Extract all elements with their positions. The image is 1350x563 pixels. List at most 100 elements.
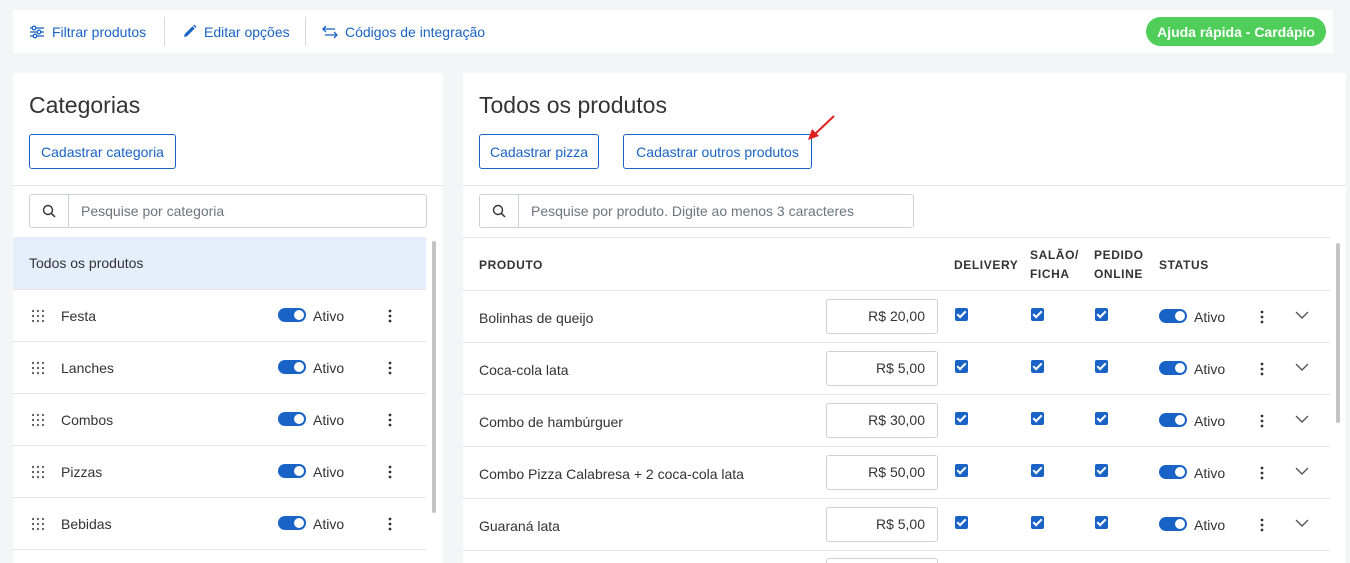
add-other-products-button[interactable]: Cadastrar outros produtos xyxy=(623,134,812,169)
column-header-online-line2: ONLINE xyxy=(1094,267,1143,281)
add-category-button[interactable]: Cadastrar categoria xyxy=(29,134,176,169)
salao-checkbox[interactable] xyxy=(1031,360,1044,373)
category-status-label: Ativo xyxy=(313,464,345,480)
price-input[interactable]: R$ 50,00 xyxy=(826,455,938,490)
drag-handle-icon[interactable] xyxy=(31,413,45,427)
quick-help-button[interactable]: Ajuda rápida - Cardápio xyxy=(1146,17,1326,46)
product-search-input[interactable] xyxy=(519,195,913,227)
search-icon xyxy=(480,195,519,227)
online-checkbox[interactable] xyxy=(1095,360,1108,373)
online-checkbox[interactable] xyxy=(1095,308,1108,321)
more-options-icon[interactable] xyxy=(383,308,397,324)
product-status-label: Ativo xyxy=(1194,517,1226,533)
product-status-toggle[interactable] xyxy=(1159,517,1187,531)
filter-products-label: Filtrar produtos xyxy=(52,23,147,40)
more-options-icon[interactable] xyxy=(383,516,397,532)
salao-checkbox[interactable] xyxy=(1031,516,1044,529)
salao-checkbox[interactable] xyxy=(1031,464,1044,477)
category-row[interactable]: Pizzas Ativo xyxy=(13,445,426,497)
category-list-scrollbar[interactable] xyxy=(432,241,436,513)
category-all-products[interactable]: Todos os produtos xyxy=(13,237,426,289)
delivery-checkbox[interactable] xyxy=(955,360,968,373)
category-status-toggle[interactable] xyxy=(278,516,306,530)
table-row: Combo Pizza Calabresa + 2 coca-cola lata… xyxy=(463,446,1330,498)
category-name: Lanches xyxy=(61,360,114,376)
product-name: Combo Pizza Calabresa + 2 coca-cola lata xyxy=(479,466,744,482)
add-pizza-button[interactable]: Cadastrar pizza xyxy=(479,134,599,169)
product-name: Coca-cola lata xyxy=(479,362,569,378)
online-checkbox[interactable] xyxy=(1095,516,1108,529)
divider xyxy=(463,550,1330,551)
more-options-icon[interactable] xyxy=(383,360,397,376)
delivery-checkbox[interactable] xyxy=(955,464,968,477)
salao-checkbox[interactable] xyxy=(1031,412,1044,425)
edit-options-button[interactable]: Editar opções xyxy=(182,10,290,53)
drag-handle-icon[interactable] xyxy=(31,309,45,323)
column-header-status: STATUS xyxy=(1159,258,1209,272)
divider xyxy=(463,237,1330,238)
swap-arrows-icon xyxy=(322,25,338,38)
category-status-toggle[interactable] xyxy=(278,360,306,374)
category-search-input[interactable] xyxy=(69,195,426,227)
more-options-icon[interactable] xyxy=(1255,413,1269,429)
online-checkbox[interactable] xyxy=(1095,464,1108,477)
product-status-toggle[interactable] xyxy=(1159,413,1187,427)
chevron-down-icon[interactable] xyxy=(1295,362,1309,372)
price-input[interactable]: R$ 5,00 xyxy=(826,507,938,542)
search-icon xyxy=(30,195,69,227)
divider xyxy=(13,549,426,550)
product-status-label: Ativo xyxy=(1194,309,1226,325)
column-header-online-line1: PEDIDO xyxy=(1094,248,1144,262)
table-row: Coca-cola lata R$ 5,00 Ativo xyxy=(463,342,1330,394)
chevron-down-icon[interactable] xyxy=(1295,414,1309,424)
sliders-icon xyxy=(30,25,44,38)
filter-products-button[interactable]: Filtrar produtos xyxy=(29,10,146,53)
category-row[interactable]: Bebidas Ativo xyxy=(13,497,426,549)
more-options-icon[interactable] xyxy=(1255,361,1269,377)
price-input[interactable]: R$ 20,00 xyxy=(826,299,938,334)
category-name: Bebidas xyxy=(61,516,112,532)
price-input[interactable]: R$ 30,00 xyxy=(826,403,938,438)
delivery-checkbox[interactable] xyxy=(955,308,968,321)
drag-handle-icon[interactable] xyxy=(31,465,45,479)
more-options-icon[interactable] xyxy=(1255,517,1269,533)
category-status-label: Ativo xyxy=(313,308,345,324)
product-search xyxy=(479,194,914,228)
toolbar-divider xyxy=(164,17,165,46)
category-status-toggle[interactable] xyxy=(278,412,306,426)
more-options-icon[interactable] xyxy=(383,464,397,480)
delivery-checkbox[interactable] xyxy=(955,412,968,425)
product-status-toggle[interactable] xyxy=(1159,465,1187,479)
drag-handle-icon[interactable] xyxy=(31,517,45,531)
more-options-icon[interactable] xyxy=(1255,309,1269,325)
price-input[interactable]: R$ 5,00 xyxy=(826,351,938,386)
table-row: Guaraná lata R$ 5,00 Ativo xyxy=(463,498,1330,550)
category-status-toggle[interactable] xyxy=(278,308,306,322)
product-name: Combo de hambúrguer xyxy=(479,414,623,430)
product-status-label: Ativo xyxy=(1194,465,1226,481)
categories-title: Categorias xyxy=(29,92,141,118)
product-status-label: Ativo xyxy=(1194,413,1226,429)
category-row[interactable]: Festa Ativo xyxy=(13,289,426,341)
product-name: Bolinhas de queijo xyxy=(479,310,594,326)
chevron-down-icon[interactable] xyxy=(1295,518,1309,528)
drag-handle-icon[interactable] xyxy=(31,361,45,375)
online-checkbox[interactable] xyxy=(1095,412,1108,425)
category-status-label: Ativo xyxy=(313,412,345,428)
more-options-icon[interactable] xyxy=(383,412,397,428)
products-list-scrollbar[interactable] xyxy=(1336,243,1340,423)
category-status-toggle[interactable] xyxy=(278,464,306,478)
chevron-down-icon[interactable] xyxy=(1295,310,1309,320)
delivery-checkbox[interactable] xyxy=(955,516,968,529)
category-row[interactable]: Combos Ativo xyxy=(13,393,426,445)
integration-codes-button[interactable]: Códigos de integração xyxy=(322,10,485,53)
salao-checkbox[interactable] xyxy=(1031,308,1044,321)
chevron-down-icon[interactable] xyxy=(1295,466,1309,476)
category-status-label: Ativo xyxy=(313,360,345,376)
more-options-icon[interactable] xyxy=(1255,465,1269,481)
column-header-product: PRODUTO xyxy=(479,258,543,272)
top-toolbar: Filtrar produtos Editar opções Códigos d… xyxy=(13,10,1333,53)
category-row[interactable]: Lanches Ativo xyxy=(13,341,426,393)
product-status-toggle[interactable] xyxy=(1159,361,1187,375)
product-status-toggle[interactable] xyxy=(1159,309,1187,323)
